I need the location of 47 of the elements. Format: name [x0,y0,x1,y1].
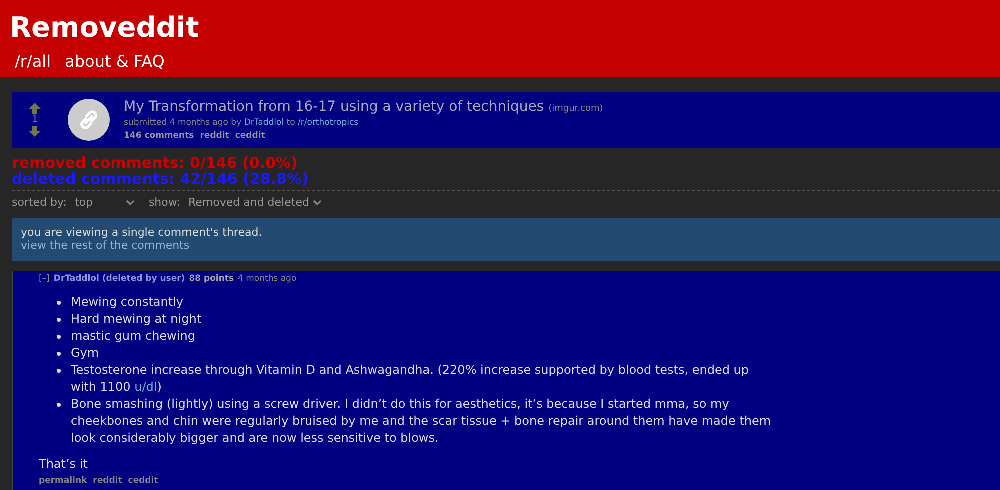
author-link[interactable]: DrTaddlol [244,118,284,128]
comment-points: 88 points [189,274,234,284]
list-item-text: Gym [71,345,100,362]
list-item-text: mastic gum chewing [71,328,196,345]
unit-link[interactable]: u/dl [134,380,158,394]
comment-author[interactable]: DrTaddlol (deleted by user) [54,274,186,284]
bullet-icon [57,403,61,407]
submitted-text: submitted 4 months ago by [124,118,242,128]
comment-link[interactable]: permalink [39,476,88,486]
deleted-count: deleted comments: 42/146 (28.8%) [12,171,310,187]
list-item-text: Bone smashing (lightly) using a screw driver. I didn’t do this for aesthetics, it’s because I started mma, so my cheekbones and chin were regularly bruised by me and the scar tissue + bone repair around them have made them look considerably bigger and are now less sensitive to blows. [71,396,772,447]
view-all-link[interactable]: view the rest of the comments [21,239,190,252]
comment-link[interactable]: reddit [93,476,122,486]
bullet-icon [57,369,61,373]
subreddit-link[interactable]: /r/orthotropics [298,118,359,128]
bullet-icon [57,301,61,305]
nav-link[interactable]: about & FAQ [65,52,165,71]
bullet-icon [57,352,61,356]
comment-text: That’s it [39,457,89,471]
link-icon[interactable] [68,99,110,141]
site-title[interactable]: Removeddit [10,12,990,44]
post-domain: (imgur.com) [548,104,604,114]
list-item-text: Hard mewing at night [71,311,202,328]
caret-icon [126,200,135,206]
score: 1 [32,114,38,126]
post-title[interactable]: My Transformation from 16-17 using a variety of techniques [124,99,544,115]
bullet-icon [57,335,61,339]
nav-link[interactable]: /r/all [15,52,52,71]
post-link[interactable]: 146 comments [124,131,194,141]
collapse-toggle[interactable]: [–] [39,274,50,284]
show-dropdown[interactable]: Removed and deleted [188,196,322,209]
bullet-icon [57,318,61,322]
sort-label: sorted by: [12,196,67,209]
to-text: to [286,118,296,128]
removed-count: removed comments: 0/146 (0.0%) [12,155,299,171]
caret-icon [313,200,322,206]
post-link[interactable]: ceddit [235,131,266,141]
show-label: show: [148,196,180,209]
upvote-icon[interactable] [29,103,41,114]
sort-dropdown[interactable]: top [74,196,135,209]
notice-text: you are viewing a single comment's thread. [21,226,264,239]
list-item-text: Testosterone increase through Vitamin D and Ashwagandha. (220% increase supported by blood tests, ended up with 1100 u/dl) [71,362,750,396]
downvote-icon[interactable] [29,126,41,137]
comment-link[interactable]: ceddit [128,476,158,486]
post-link[interactable]: reddit [200,131,230,141]
list-item-text: Mewing constantly [71,294,184,311]
comment-time: 4 months ago [238,274,297,284]
